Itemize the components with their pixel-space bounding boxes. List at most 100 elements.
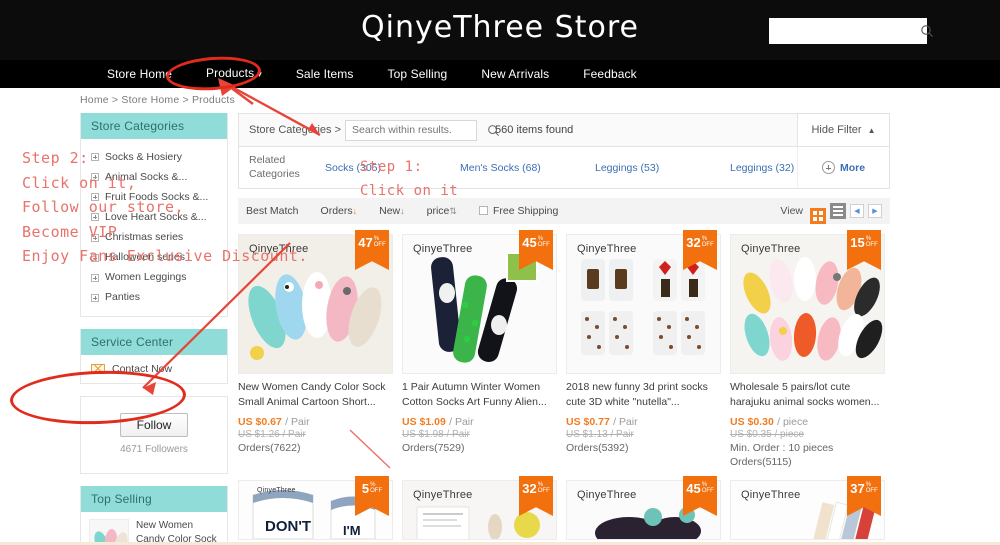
sort-best-match[interactable]: Best Match <box>246 205 299 217</box>
follow-button[interactable]: Follow <box>119 413 189 437</box>
hide-filter-button[interactable]: Hide Filter ▲ <box>797 114 889 146</box>
discount-value: 45 <box>522 235 537 250</box>
sort-orders[interactable]: Orders↓ <box>321 205 358 217</box>
product-card[interactable]: QinyeThree 32 % OFF <box>402 476 557 540</box>
nav-item-feedback[interactable]: Feedback <box>566 60 654 88</box>
expand-icon[interactable] <box>91 253 99 262</box>
expand-icon[interactable] <box>91 213 99 222</box>
related-link-leggings-53[interactable]: Leggings (53) <box>595 162 730 174</box>
sidebar-category-halloween-series[interactable]: Halloween series <box>81 248 227 268</box>
nav-label: Store Home <box>107 66 173 81</box>
product-title[interactable]: 2018 new funny 3d print socks cute 3D wh… <box>566 380 721 410</box>
sort-new[interactable]: New↓ <box>379 205 405 217</box>
product-price: US $1.09 / Pair <box>402 416 474 428</box>
checkbox-icon[interactable] <box>478 206 488 215</box>
search-within-results-box[interactable] <box>345 119 500 141</box>
discount-percent: % <box>370 482 376 488</box>
prev-page-icon[interactable]: ◀ <box>850 204 864 218</box>
discount-percent: % <box>865 236 872 242</box>
watermark-label: QinyeThree <box>413 489 473 501</box>
store-categories-title: Store Categories <box>81 113 227 139</box>
main-panel: Store Categories > 560 items found Hide … <box>238 113 890 545</box>
related-categories-bar: Related Categories Socks (305) Men's Soc… <box>238 147 890 189</box>
filter-store-categories-label[interactable]: Store Categories > <box>249 124 341 136</box>
product-grid-row-1: QinyeThree 47 % OFF New Women Candy Colo… <box>238 230 890 468</box>
followers-count: 4671 Followers <box>120 444 188 455</box>
product-card[interactable]: QinyeThree 37 % OFF <box>730 476 885 540</box>
list-view-icon[interactable] <box>830 203 846 219</box>
product-card[interactable]: QinyeThree <box>402 230 557 468</box>
svg-text:DON'T: DON'T <box>265 518 311 535</box>
items-found-count: 560 items found <box>495 124 574 136</box>
discount-percent: % <box>373 236 380 242</box>
breadcrumb[interactable]: Home > Store Home > Products <box>0 94 1000 106</box>
expand-icon[interactable] <box>91 293 99 302</box>
free-shipping-filter[interactable]: Free Shipping <box>478 205 558 217</box>
product-card[interactable]: QinyeThree <box>730 230 885 468</box>
header-search-box[interactable] <box>769 18 933 44</box>
product-card[interactable]: QinyeThree <box>238 230 393 468</box>
nav-item-top-selling[interactable]: Top Selling <box>371 60 465 88</box>
nav-item-products[interactable]: Products ▾ <box>189 59 279 88</box>
service-center-title: Service Center <box>81 329 227 355</box>
grid-view-icon[interactable] <box>810 208 826 224</box>
product-card[interactable]: QinyeThree <box>566 230 721 468</box>
product-card[interactable]: QinyeThree DON'T I'M 5 % OFF <box>238 476 393 540</box>
sidebar-category-love-heart-socks[interactable]: Love Heart Socks &... <box>81 207 227 227</box>
discount-off: OFF <box>370 488 383 495</box>
sidebar-category-panties[interactable]: Panties <box>81 288 227 308</box>
expand-icon[interactable] <box>91 193 99 202</box>
svg-text:I'M: I'M <box>343 523 361 538</box>
expand-icon[interactable] <box>91 233 99 242</box>
expand-icon[interactable] <box>91 273 99 282</box>
product-card[interactable]: QinyeThree 45 % OFF <box>566 476 721 540</box>
content-area: Store Categories Socks & Hosiery Animal … <box>0 113 1000 545</box>
discount-value: 15 <box>850 235 865 250</box>
sidebar-category-fruit-foods-socks[interactable]: Fruit Foods Socks &... <box>81 187 227 207</box>
related-categories-label: Related Categories <box>249 154 300 180</box>
nav-item-new-arrivals[interactable]: New Arrivals <box>464 60 566 88</box>
product-price: US $0.30 / piece <box>730 416 809 428</box>
discount-off: OFF <box>537 242 550 249</box>
product-old-price: US $1.13 / Pair <box>566 429 634 440</box>
related-link-socks[interactable]: Socks (305) <box>325 162 460 174</box>
search-icon[interactable] <box>920 24 934 38</box>
category-label: Fruit Foods Socks &... <box>105 190 209 203</box>
search-input[interactable] <box>346 120 488 140</box>
list-item[interactable]: New Women Candy Color Sock Small... US $… <box>81 512 227 545</box>
nav-label: Top Selling <box>387 66 448 81</box>
watermark-label: QinyeThree <box>249 243 309 255</box>
related-link-mens-socks[interactable]: Men's Socks (68) <box>460 162 595 174</box>
top-selling-panel: Top Selling New Women Candy Color Sock S… <box>80 486 228 545</box>
expand-icon[interactable] <box>91 153 99 162</box>
store-categories-panel: Store Categories Socks & Hosiery Animal … <box>80 113 228 317</box>
nav-item-sale-items[interactable]: Sale Items <box>279 60 371 88</box>
sidebar-category-women-leggings[interactable]: Women Leggings <box>81 268 227 288</box>
nav-item-store-home[interactable]: Store Home <box>90 60 189 88</box>
sidebar-category-socks-hosiery[interactable]: Socks & Hosiery <box>81 147 227 167</box>
product-title[interactable]: Wholesale 5 pairs/lot cute harajuku anim… <box>730 380 885 410</box>
contact-now-link[interactable]: Contact Now <box>81 355 227 383</box>
discount-off: OFF <box>373 242 386 249</box>
discount-value: 47 <box>358 235 373 250</box>
filter-bar: Store Categories > 560 items found Hide … <box>238 113 890 147</box>
next-page-icon[interactable]: ▶ <box>868 204 882 218</box>
sidebar-category-animal-socks[interactable]: Animal Socks &... <box>81 167 227 187</box>
more-categories-button[interactable]: More <box>797 147 889 188</box>
header-search-input[interactable] <box>770 19 920 43</box>
sidebar-category-christmas-series[interactable]: Christmas series <box>81 228 227 248</box>
sort-price[interactable]: price⇅ <box>427 205 457 217</box>
product-title[interactable]: New Women Candy Color Sock Small Animal … <box>238 380 393 410</box>
discount-percent: % <box>865 482 872 488</box>
product-old-price: US $1.98 / Pair <box>402 429 470 440</box>
expand-icon[interactable] <box>91 173 99 182</box>
discount-value: 37 <box>850 481 865 496</box>
nav-label: Feedback <box>583 66 637 81</box>
more-label: More <box>839 161 866 174</box>
site-header: QinyeThree Store <box>0 0 1000 60</box>
chevron-up-icon: ▲ <box>867 125 876 135</box>
category-label: Christmas series <box>105 231 184 243</box>
category-label: Women Leggings <box>105 271 187 284</box>
product-price: US $0.77 / Pair <box>566 416 638 428</box>
product-title[interactable]: 1 Pair Autumn Winter Women Cotton Socks … <box>402 380 557 410</box>
